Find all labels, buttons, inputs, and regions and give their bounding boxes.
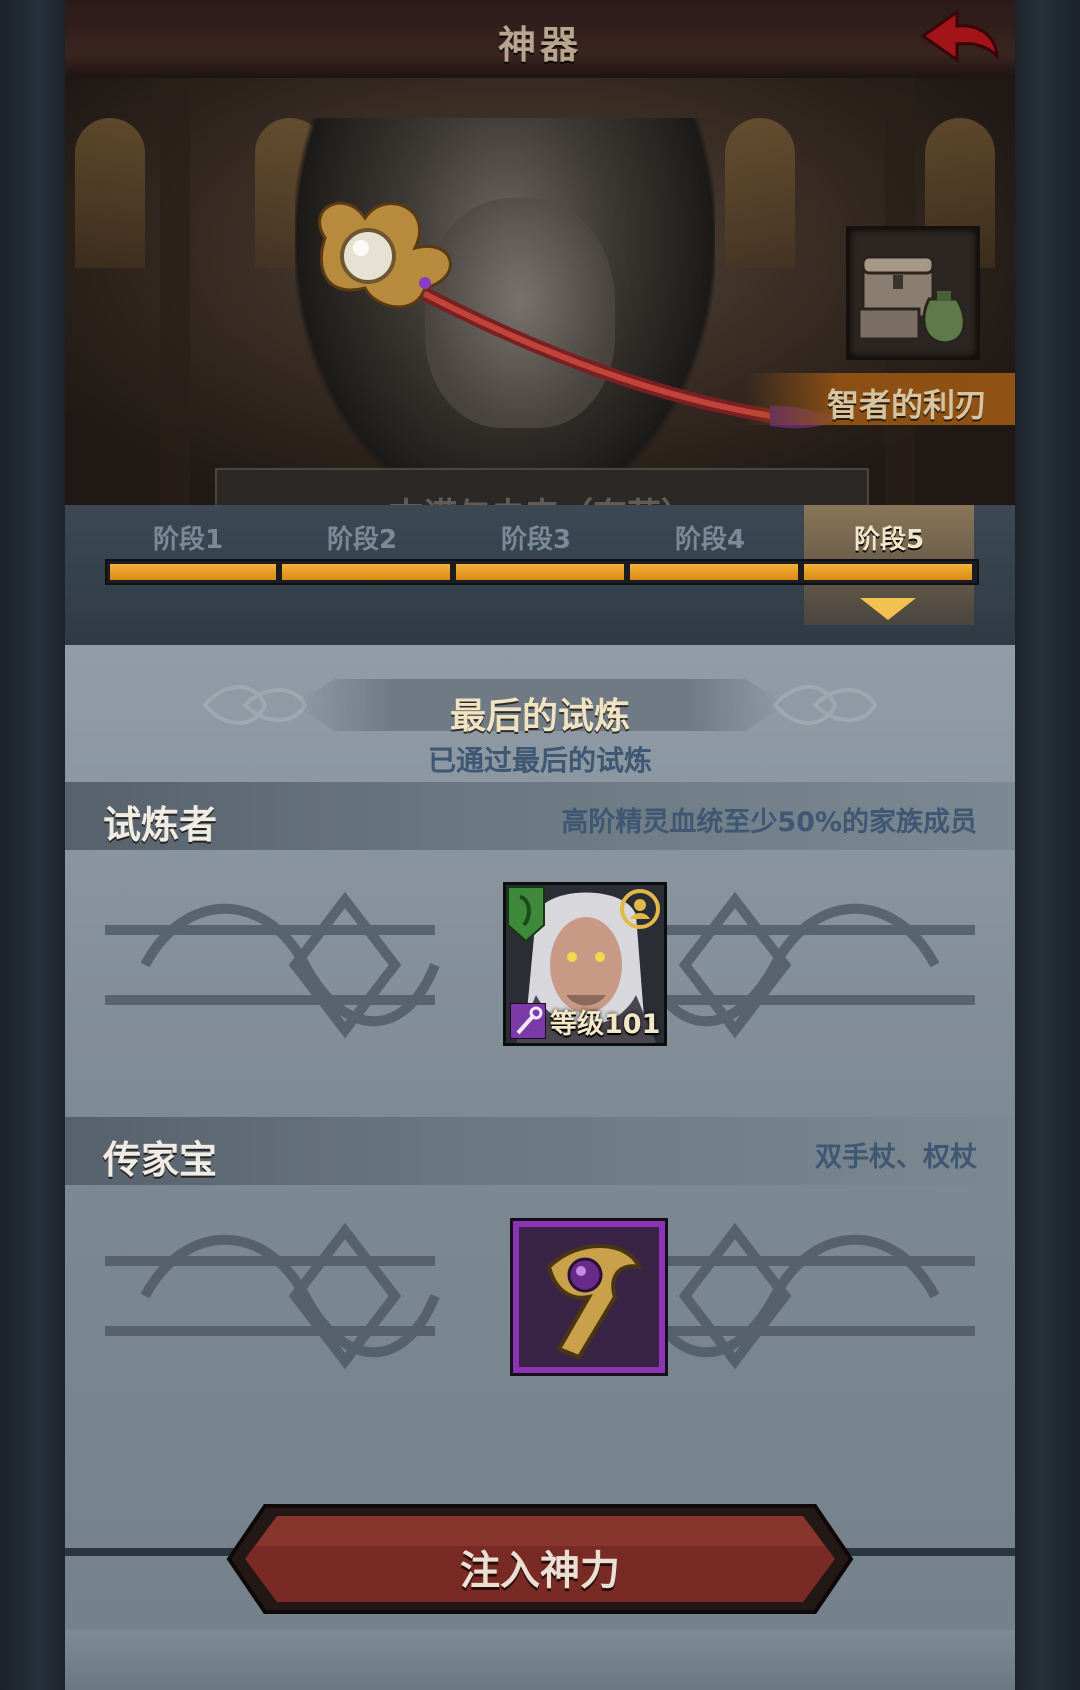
right-frame: [1015, 0, 1080, 1690]
challenger-slot-band: 等级101: [105, 870, 975, 1060]
progress-segment: [282, 564, 450, 580]
trial-status: 已通过最后的试炼: [427, 744, 652, 777]
heirloom-requirement: 双手杖、权杖: [815, 1142, 977, 1173]
panel-bottom: [65, 1630, 1015, 1690]
heirloom-label: 传家宝: [103, 1138, 218, 1182]
hero-level: 等级101: [550, 1009, 661, 1040]
hall-window: [75, 118, 145, 268]
stage-label: 阶段3: [500, 525, 572, 555]
heirloom-slot-band: [105, 1201, 975, 1391]
back-arrow-icon[interactable]: [917, 4, 1007, 70]
action-area: 注入神力: [65, 1500, 1015, 1630]
artifact-subtitle: 古诺与未来（奈莎）: [217, 488, 867, 505]
hall-pillar: [160, 78, 190, 505]
progress-segment: [804, 564, 972, 580]
infuse-power-button[interactable]: 注入神力: [225, 1500, 855, 1618]
scepter-icon: [546, 1244, 643, 1360]
infuse-power-label: 注入神力: [460, 1548, 620, 1594]
swap-hero-icon[interactable]: [618, 887, 662, 931]
treasure-chest-button[interactable]: [846, 226, 980, 360]
artifact-artwork: 智者的利刃 古诺与未来（奈莎）: [65, 78, 1015, 505]
stage-label: 阶段1: [152, 525, 224, 555]
chest-icon: [857, 255, 966, 345]
top-bar: 神器: [65, 0, 1015, 81]
progress-segment: [456, 564, 624, 580]
artifact-name: 智者的利刃: [826, 386, 987, 424]
challenger-label: 试炼者: [103, 803, 218, 847]
artifact-name-banner: 智者的利刃: [745, 373, 1015, 425]
heirloom-item-slot[interactable]: [510, 1218, 668, 1376]
left-frame: [0, 0, 65, 1690]
artifact-panel: 神器 智者的利刃 阶段1 阶段2 阶段3 阶段4 阶段5 最后的试炼 已通过最后…: [65, 0, 1015, 1690]
stage-label: 阶段2: [326, 525, 398, 555]
faction-shield-icon: [507, 886, 545, 943]
trial-header: 最后的试炼: [65, 673, 1015, 737]
selected-stage-caret-icon: [860, 598, 916, 620]
hero-portrait[interactable]: 等级101: [503, 882, 667, 1046]
page-title: 神器: [497, 23, 582, 67]
progress-segment: [110, 564, 276, 580]
challenger-requirement: 高阶精灵血统至少50%的家族成员: [561, 807, 977, 838]
stage-label: 阶段5: [853, 525, 925, 555]
stage-progress-bar: [105, 559, 979, 585]
stage-label: 阶段4: [674, 525, 746, 555]
staff-class-icon: [510, 1003, 546, 1039]
progress-segment: [630, 564, 798, 580]
stage-selector: 阶段1 阶段2 阶段3 阶段4 阶段5: [65, 505, 1015, 651]
heirloom-section-header: 传家宝 双手杖、权杖: [65, 1117, 1015, 1185]
artifact-subtitle-plate: 古诺与未来（奈莎）: [215, 468, 869, 505]
challenger-section-header: 试炼者 高阶精灵血统至少50%的家族成员: [65, 782, 1015, 850]
trial-title: 最后的试炼: [449, 696, 630, 737]
